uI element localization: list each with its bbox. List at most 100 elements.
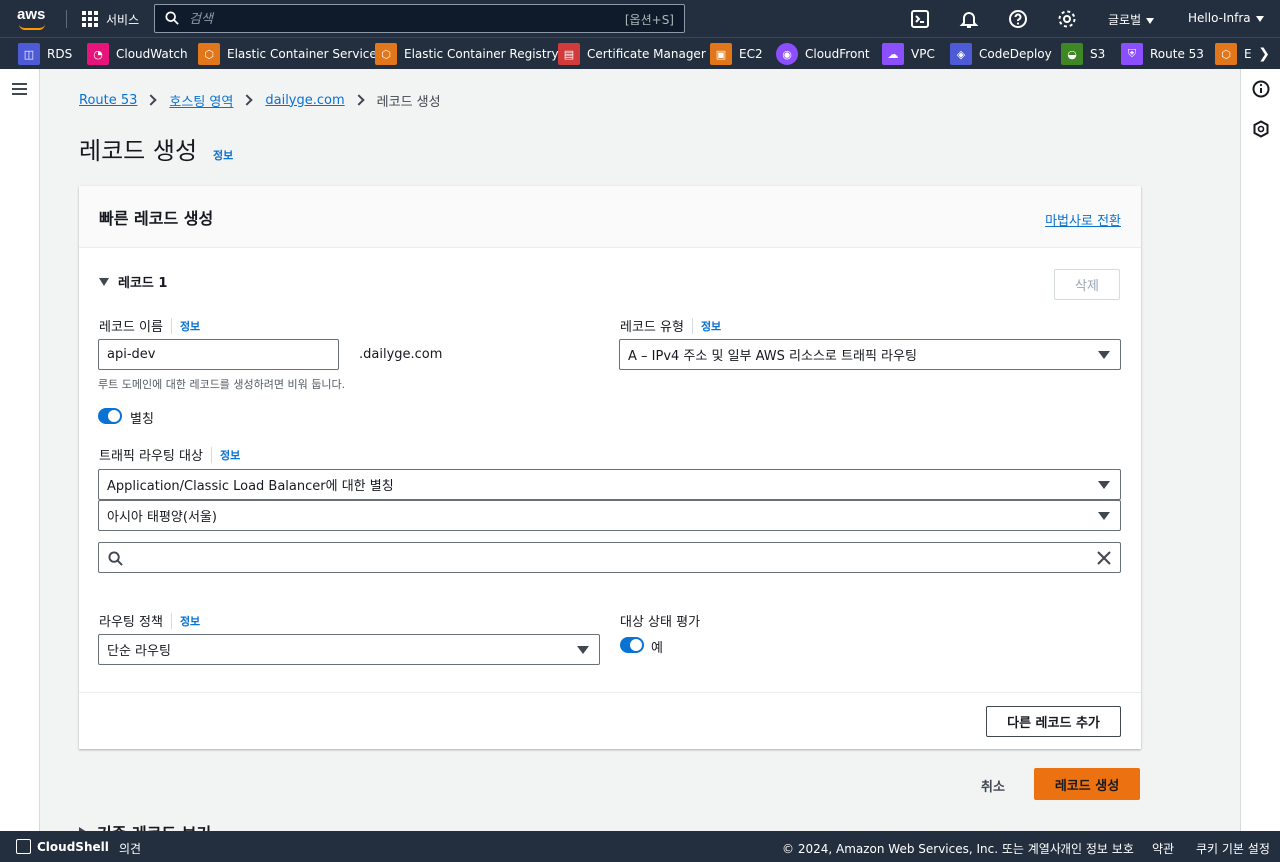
terms-link[interactable]: 약관 xyxy=(1152,840,1174,857)
load-balancer-search-input[interactable] xyxy=(98,542,1121,573)
record-name-label: 레코드 이름 정보 xyxy=(99,316,200,335)
favorite-route53[interactable]: ⛨ Route 53 xyxy=(1121,42,1204,66)
privacy-link[interactable]: 개인 정보 보호 xyxy=(1060,840,1134,857)
caret-down-icon xyxy=(99,277,109,286)
feedback-link[interactable]: 의견 xyxy=(119,840,141,857)
record-type-value: A – IPv4 주소 및 일부 AWS 리소스로 트래픽 라우팅 xyxy=(628,349,917,364)
add-another-record-button[interactable]: 다른 레코드 추가 xyxy=(986,706,1121,737)
s3-icon: ◒ xyxy=(1061,43,1083,65)
health-eval-toggle[interactable] xyxy=(620,637,644,653)
breadcrumb-domain[interactable]: dailyge.com xyxy=(265,93,344,108)
favorite-ecs[interactable]: ⬡ Elastic Container Service xyxy=(198,42,377,66)
favorite-s3[interactable]: ◒ S3 xyxy=(1061,42,1105,66)
favorite-label: Route 53 xyxy=(1150,47,1204,61)
page-info-link[interactable]: 정보 xyxy=(213,147,233,163)
favorite-label: E xyxy=(1244,47,1252,61)
routing-policy-value: 단순 라우팅 xyxy=(107,644,171,659)
global-search[interactable]: [옵션+S] xyxy=(154,4,685,33)
cookie-preferences-link[interactable]: 쿠키 기본 설정 xyxy=(1196,840,1270,857)
search-icon xyxy=(165,11,179,25)
settings-gear-icon[interactable] xyxy=(1057,9,1077,29)
account-menu[interactable]: Hello-Infra xyxy=(1188,11,1264,25)
rds-icon: ◫ xyxy=(18,43,40,65)
notifications-bell-icon[interactable] xyxy=(959,9,979,29)
chevron-right-icon xyxy=(352,94,365,106)
favorite-acm[interactable]: ▤ Certificate Manager xyxy=(558,42,706,66)
favorite-cloudfront[interactable]: ◉ CloudFront xyxy=(776,42,870,66)
favorite-rds[interactable]: ◫ RDS xyxy=(18,42,72,66)
favorite-vpc[interactable]: ☁ VPC xyxy=(882,42,935,66)
routing-policy-select[interactable]: 단순 라우팅 xyxy=(98,634,600,665)
routing-policy-info-link[interactable]: 정보 xyxy=(170,612,200,629)
favorite-label: VPC xyxy=(911,47,935,61)
card-title: 빠른 레코드 생성 xyxy=(99,209,214,228)
menu-hamburger-icon[interactable] xyxy=(12,83,27,95)
clear-x-icon[interactable] xyxy=(1097,551,1111,565)
endpoint-value: Application/Classic Load Balancer에 대한 별칭 xyxy=(107,479,394,494)
endpoint-select[interactable]: Application/Classic Load Balancer에 대한 별칭 xyxy=(98,469,1121,500)
aws-logo[interactable]: aws xyxy=(17,6,49,32)
favorite-service[interactable]: ⬡ E xyxy=(1215,42,1252,66)
service-icon: ⬡ xyxy=(1215,43,1237,65)
alias-toggle[interactable] xyxy=(98,408,122,424)
favorite-label: S3 xyxy=(1090,47,1106,61)
delete-button[interactable]: 삭제 xyxy=(1054,269,1120,300)
favorite-cloudwatch[interactable]: ◔ CloudWatch xyxy=(87,42,188,66)
quick-create-card: 빠른 레코드 생성 마법사로 전환 레코드 1 삭제 레코드 이름 정보 api… xyxy=(79,186,1141,749)
region-select[interactable]: 아시아 태평양(서울) xyxy=(98,500,1121,531)
top-navigation: aws 서비스 [옵션+S] 글로벌 Hello-Infra xyxy=(0,0,1280,37)
favorite-label: CloudWatch xyxy=(116,47,188,61)
traffic-target-label-text: 트래픽 라우팅 대상 xyxy=(99,449,203,464)
help-icon[interactable] xyxy=(1008,9,1028,29)
services-menu[interactable]: 서비스 xyxy=(106,11,139,28)
traffic-target-info-link[interactable]: 정보 xyxy=(210,446,240,463)
caret-down-icon xyxy=(1098,512,1110,520)
alias-label: 별칭 xyxy=(130,412,154,427)
cloudshell-icon[interactable] xyxy=(910,9,930,29)
left-navigation-rail xyxy=(0,69,40,831)
favorite-ecr[interactable]: ⬡ Elastic Container Registry xyxy=(375,42,559,66)
favorite-label: CodeDeploy xyxy=(979,47,1052,61)
record-type-select[interactable]: A – IPv4 주소 및 일부 AWS 리소스로 트래픽 라우팅 xyxy=(619,339,1121,370)
favorite-label: EC2 xyxy=(739,47,763,61)
record-name-info-link[interactable]: 정보 xyxy=(170,317,200,334)
ec2-icon: ▣ xyxy=(710,43,732,65)
page-title: 레코드 생성 xyxy=(79,137,198,165)
record-expander[interactable]: 레코드 1 xyxy=(99,272,167,291)
cloudshell-link[interactable]: CloudShell xyxy=(37,840,109,854)
nav-divider xyxy=(66,10,67,28)
chevron-right-icon xyxy=(241,94,254,106)
record-type-info-link[interactable]: 정보 xyxy=(691,317,721,334)
favorite-ec2[interactable]: ▣ EC2 xyxy=(710,42,763,66)
account-label: Hello-Infra xyxy=(1188,11,1251,25)
footer-bar: CloudShell 의견 © 2024, Amazon Web Service… xyxy=(0,831,1280,862)
codedeploy-icon: ◈ xyxy=(950,43,972,65)
hexagon-icon[interactable] xyxy=(1252,120,1270,138)
create-records-button[interactable]: 레코드 생성 xyxy=(1034,768,1140,800)
region-selector[interactable]: 글로벌 xyxy=(1108,11,1155,28)
search-shortcut: [옵션+S] xyxy=(624,13,674,27)
routing-policy-label-text: 라우팅 정책 xyxy=(99,615,163,630)
services-grid-icon[interactable] xyxy=(82,11,98,27)
health-eval-label: 대상 상태 평가 xyxy=(620,611,700,630)
chevron-right-icon xyxy=(145,94,158,106)
record-heading: 레코드 1 xyxy=(118,276,168,291)
caret-down-icon xyxy=(577,646,589,654)
cancel-button[interactable]: 취소 xyxy=(981,776,1005,795)
cloudshell-icon[interactable] xyxy=(16,839,31,854)
favorite-label: Elastic Container Service xyxy=(227,47,377,61)
record-name-input[interactable]: api-dev xyxy=(98,339,339,370)
ecr-icon: ⬡ xyxy=(375,43,397,65)
favorite-label: Elastic Container Registry xyxy=(404,47,559,61)
favorite-label: RDS xyxy=(47,47,73,61)
switch-to-wizard-link[interactable]: 마법사로 전환 xyxy=(1045,210,1121,229)
breadcrumb-route53[interactable]: Route 53 xyxy=(79,93,137,108)
breadcrumb-hosted-zones[interactable]: 호스팅 영역 xyxy=(169,91,233,110)
vpc-icon: ☁ xyxy=(882,43,904,65)
record-name-suffix: .dailyge.com xyxy=(359,347,443,362)
chevron-right-icon[interactable]: ❯ xyxy=(1258,46,1270,62)
favorite-codedeploy[interactable]: ◈ CodeDeploy xyxy=(950,42,1052,66)
search-input[interactable] xyxy=(189,9,589,29)
record-name-label-text: 레코드 이름 xyxy=(99,320,163,335)
info-icon[interactable] xyxy=(1252,80,1270,98)
